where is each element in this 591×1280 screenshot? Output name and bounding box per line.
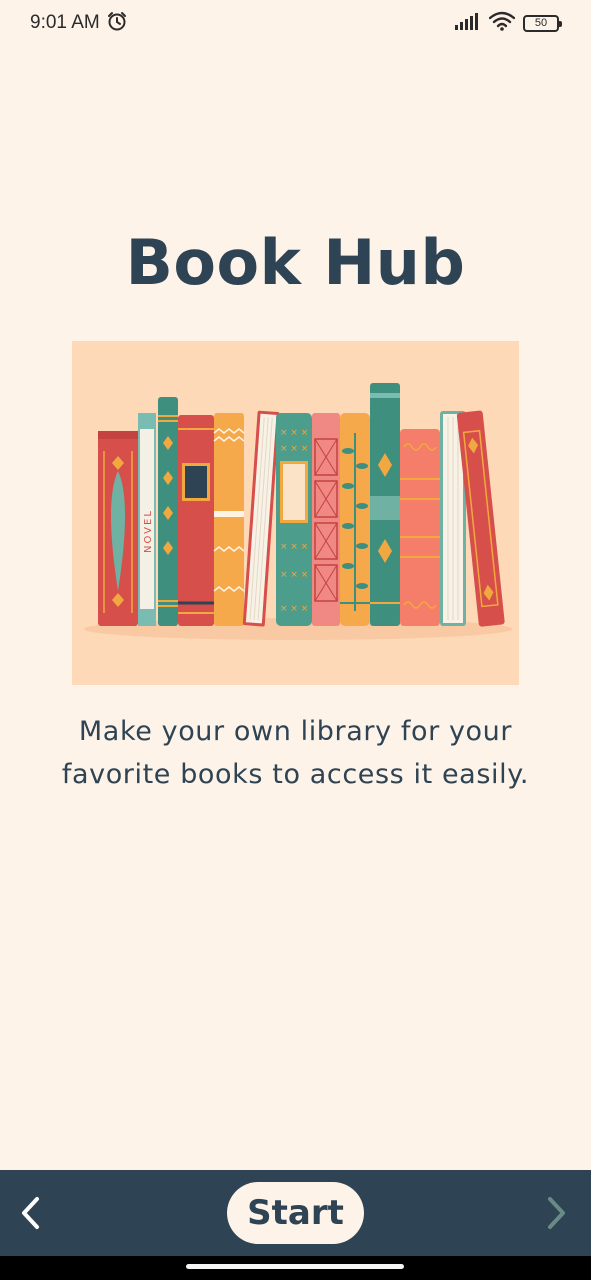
book-spine-2: NOVEL [138,413,156,626]
wifi-icon [488,11,516,36]
chevron-left-icon [22,1197,39,1229]
book-spine-1 [98,431,138,626]
start-button[interactable]: Start [227,1182,364,1244]
svg-text:× × ×: × × × [280,444,308,454]
svg-text:× × ×: × × × [280,428,308,438]
book-spine-10 [370,383,400,626]
status-right: 50 [455,11,562,36]
app-description: Make your own library for your favorite … [61,716,530,790]
battery-icon: 50 [523,14,562,32]
books-illustration: NOVEL × × × × × × × × × × × × × × × [72,341,519,685]
book-spine-8 [312,413,340,626]
home-indicator[interactable] [186,1264,404,1269]
battery-level: 50 [534,17,548,29]
bottom-nav-bar: Start [0,1170,591,1256]
alarm-icon [106,10,128,37]
book-spine-9 [340,413,370,626]
app-title: Book Hub [125,226,466,299]
status-bar: 9:01 AM 50 [0,0,591,46]
previous-button[interactable] [8,1188,52,1238]
signal-icon [455,12,481,35]
book-spine-3 [158,397,178,626]
status-time: 9:01 AM [30,12,100,33]
next-button[interactable] [535,1188,579,1238]
book-spine-4 [178,415,214,626]
onboarding-screen: 9:01 AM 50 Book Hub NOVEL × × × × × × × … [0,0,591,1280]
book-spine-11 [400,429,440,626]
book-spine-5 [213,413,245,626]
svg-text:NOVEL: NOVEL [143,509,154,553]
svg-text:× × ×: × × × [280,542,308,552]
book-spine-6 [242,410,280,627]
svg-text:× × ×: × × × [280,604,308,614]
chevron-right-icon [548,1197,565,1229]
status-left: 9:01 AM [30,10,128,37]
svg-text:× × ×: × × × [280,570,308,580]
book-spine-7: × × × × × × × × × × × × × × × [276,413,312,626]
system-navigation-bar [0,1256,591,1280]
